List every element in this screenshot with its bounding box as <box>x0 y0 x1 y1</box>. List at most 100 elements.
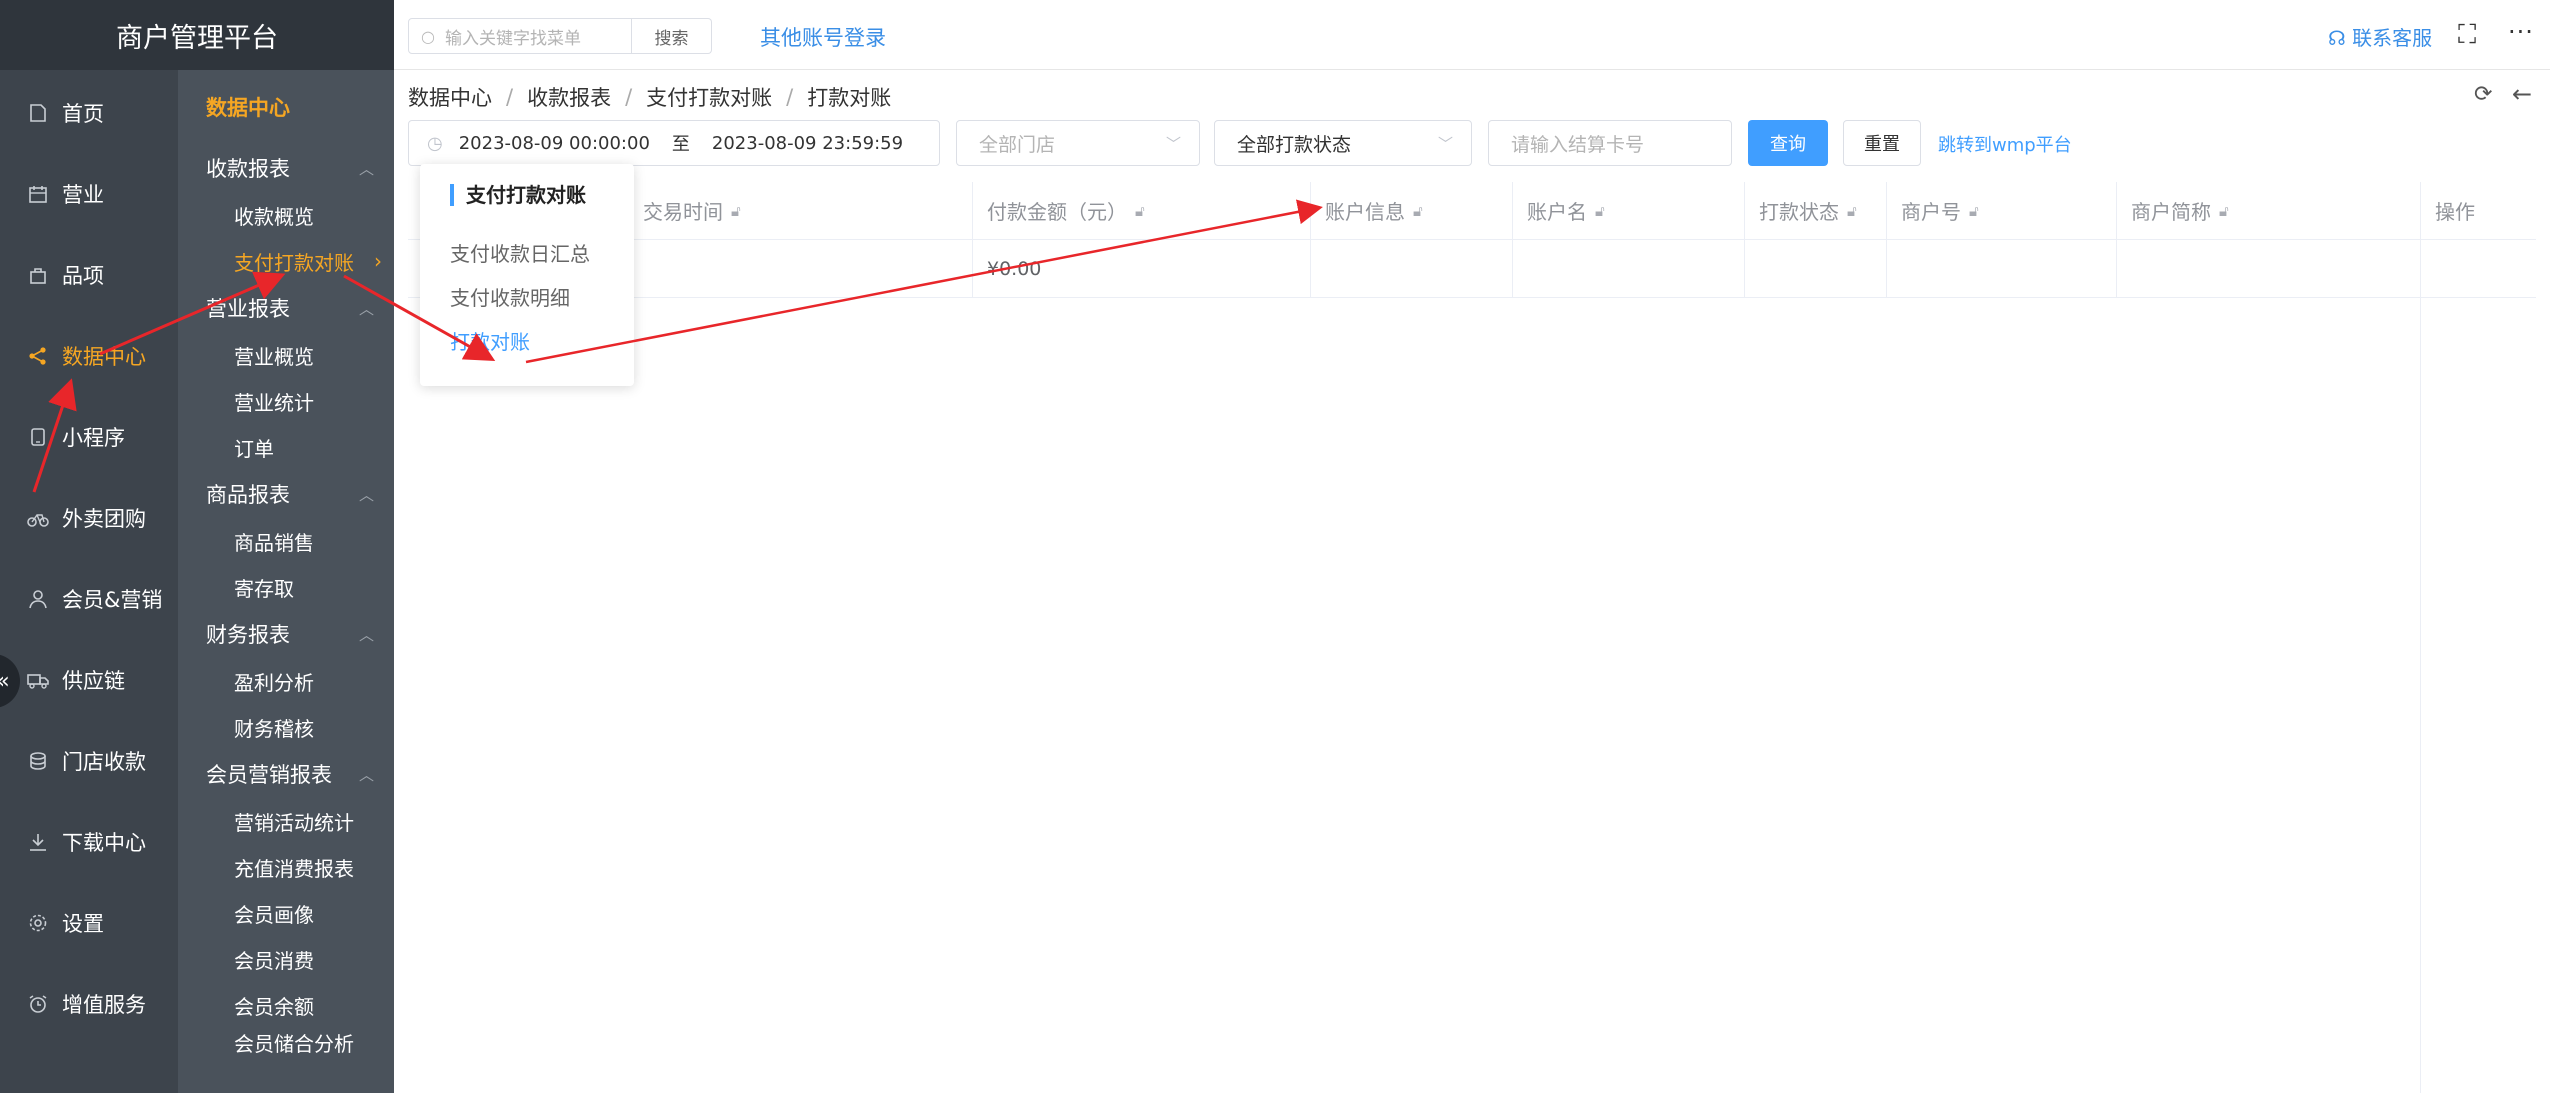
breadcrumb-item[interactable]: 数据中心 <box>408 82 492 112</box>
chevron-up-icon: ︿ <box>358 625 374 644</box>
sub-item-business-stats[interactable]: 营业统计 <box>178 378 394 424</box>
service-label: 联系客服 <box>2352 26 2433 50</box>
more-icon[interactable]: ··· <box>2508 18 2534 46</box>
back-arrow-icon[interactable]: ← <box>2512 80 2532 108</box>
other-account-login-link[interactable]: 其他账号登录 <box>760 22 886 52</box>
sub-item-marketing-stats[interactable]: 营销活动统计 <box>178 798 394 844</box>
sub-item-label: 会员消费 <box>234 948 314 973</box>
search-button[interactable]: 搜索 <box>632 18 712 54</box>
nav-item-settings[interactable]: 设置 <box>0 882 178 963</box>
column-label: 操作 <box>2435 200 2475 224</box>
sub-sidebar: 数据中心 收款报表 ︿ 收款概览 支付打款对账 › 营业报表 ︿ 营业概览 营业… <box>178 70 394 1093</box>
column-header: 打款状态 🔓︎ <box>1744 182 1886 239</box>
menu-search-input[interactable]: ○ 输入关键字找菜单 <box>408 18 632 54</box>
table-cell <box>1310 240 1512 297</box>
nav-item-delivery[interactable]: 外卖团购 <box>0 477 178 558</box>
sub-item-label: 商品销售 <box>234 530 314 555</box>
popover-item-payout-reconciliation[interactable]: 打款对账 <box>450 326 530 355</box>
sub-item-label: 寄存取 <box>234 576 294 601</box>
main-sidebar: 首页 营业 品项 数据中心 小程序 外卖团购 会员&营销 供应链 门店收款 下载… <box>0 0 178 1093</box>
nav-item-data-center[interactable]: 数据中心 <box>0 315 178 396</box>
lock-icon: 🔓︎ <box>1413 201 1423 220</box>
sub-item-recharge-report[interactable]: 充值消费报表 <box>178 844 394 890</box>
column-label: 账户名 <box>1527 200 1587 224</box>
sub-item-finance-audit[interactable]: 财务稽核 <box>178 704 394 750</box>
chevron-right-icon: › <box>374 249 382 273</box>
query-button[interactable]: 查询 <box>1748 120 1828 166</box>
nav-item-member-marketing[interactable]: 会员&营销 <box>0 558 178 639</box>
lock-icon: 🔓︎ <box>1135 201 1145 220</box>
popover-item-daily-summary[interactable]: 支付收款日汇总 <box>450 238 590 267</box>
lock-icon: 🔓︎ <box>1847 201 1857 220</box>
sub-item-member-consumption[interactable]: 会员消费 <box>178 936 394 982</box>
chevron-down-icon: ﹀ <box>1437 134 1453 153</box>
chevron-down-icon: ﹀ <box>1165 134 1181 153</box>
sub-item-product-sales[interactable]: 商品销售 <box>178 518 394 564</box>
sub-item-storage[interactable]: 寄存取 <box>178 564 394 610</box>
table-cell <box>1744 240 1886 297</box>
sub-item-collection-overview[interactable]: 收款概览 <box>178 192 394 238</box>
contact-service-link[interactable]: ☊ 联系客服 <box>2328 22 2432 51</box>
nav-item-business[interactable]: 营业 <box>0 153 178 234</box>
sub-item-business-overview[interactable]: 营业概览 <box>178 332 394 378</box>
nav-item-download-center[interactable]: 下载中心 <box>0 801 178 882</box>
sub-item-profit-analysis[interactable]: 盈利分析 <box>178 658 394 704</box>
refresh-icon[interactable]: ⟳ <box>2474 82 2492 107</box>
chevron-up-icon: ︿ <box>358 765 374 784</box>
breadcrumb-separator: / <box>506 85 514 109</box>
popover-title: 支付打款对账 <box>450 184 586 206</box>
sub-item-label: 营业概览 <box>234 344 314 369</box>
tablet-icon <box>26 425 50 449</box>
nav-item-home[interactable]: 首页 <box>0 72 178 153</box>
date-range-picker[interactable]: ◷ 2023-08-09 00:00:00 至 2023-08-09 23:59… <box>408 120 940 166</box>
sub-item-label: 盈利分析 <box>234 670 314 695</box>
column-label: 打款状态 <box>1759 200 1839 224</box>
nav-item-store-payment[interactable]: 门店收款 <box>0 720 178 801</box>
breadcrumb-separator: / <box>786 85 794 109</box>
sub-item-member-analysis[interactable]: 会员储合分析 <box>178 1028 394 1058</box>
popover-item-payment-detail[interactable]: 支付收款明细 <box>450 282 570 311</box>
lock-icon: 🔓︎ <box>2219 201 2229 220</box>
headset-icon: ☊ <box>2328 26 2346 50</box>
sub-group-finance-report[interactable]: 财务报表 ︿ <box>178 610 394 658</box>
column-header: 付款金额（元） 🔓︎ <box>972 182 1310 239</box>
table-cell: ¥0.00 <box>972 240 1310 297</box>
column-label: 商户简称 <box>2131 200 2211 224</box>
nav-item-label: 数据中心 <box>62 344 146 369</box>
store-select[interactable]: 全部门店 ﹀ <box>956 120 1200 166</box>
nav-item-supply-chain[interactable]: 供应链 <box>0 639 178 720</box>
reset-button[interactable]: 重置 <box>1843 120 1921 166</box>
sub-item-member-profile[interactable]: 会员画像 <box>178 890 394 936</box>
sub-group-member-marketing-report[interactable]: 会员营销报表 ︿ <box>178 750 394 798</box>
nav-item-products[interactable]: 品项 <box>0 234 178 315</box>
payout-status-select[interactable]: 全部打款状态 ﹀ <box>1214 120 1472 166</box>
sub-item-label: 会员储合分析 <box>234 1032 354 1056</box>
lock-icon: 🔓︎ <box>1969 201 1979 220</box>
breadcrumb-item[interactable]: 支付打款对账 <box>646 82 772 112</box>
sub-group-label: 会员营销报表 <box>206 763 332 787</box>
sub-group-product-report[interactable]: 商品报表 ︿ <box>178 470 394 518</box>
settlement-card-input[interactable]: 请输入结算卡号 <box>1488 120 1732 166</box>
fullscreen-icon[interactable]: ⛶ <box>2458 20 2476 51</box>
nav-item-miniapp[interactable]: 小程序 <box>0 396 178 477</box>
nav-item-value-added[interactable]: 增值服务 <box>0 963 178 1044</box>
column-header: 账户信息 🔓︎ <box>1310 182 1512 239</box>
sub-item-label: 营销活动统计 <box>234 810 354 835</box>
jump-wmp-link[interactable]: 跳转到wmp平台 <box>1938 131 2072 157</box>
download-icon <box>26 830 50 854</box>
sub-group-collection-report[interactable]: 收款报表 ︿ <box>178 144 394 192</box>
sub-item-payment-reconciliation[interactable]: 支付打款对账 › <box>178 238 394 284</box>
nav-item-label: 营业 <box>62 182 104 207</box>
sub-item-orders[interactable]: 订单 <box>178 424 394 470</box>
sub-group-business-report[interactable]: 营业报表 ︿ <box>178 284 394 332</box>
column-label: 付款金额（元） <box>987 200 1127 224</box>
nav-item-label: 品项 <box>62 263 104 288</box>
column-header: 商户简称 🔓︎ <box>2116 182 2420 239</box>
table-summary-row: ¥0.00 <box>408 240 2536 298</box>
column-header: 操作 <box>2420 182 2536 239</box>
sub-item-member-balance[interactable]: 会员余额 <box>178 982 394 1028</box>
sub-item-label: 订单 <box>234 436 274 461</box>
search-placeholder: 输入关键字找菜单 <box>444 28 581 49</box>
store-select-placeholder: 全部门店 <box>979 133 1056 156</box>
breadcrumb-item[interactable]: 收款报表 <box>527 82 611 112</box>
